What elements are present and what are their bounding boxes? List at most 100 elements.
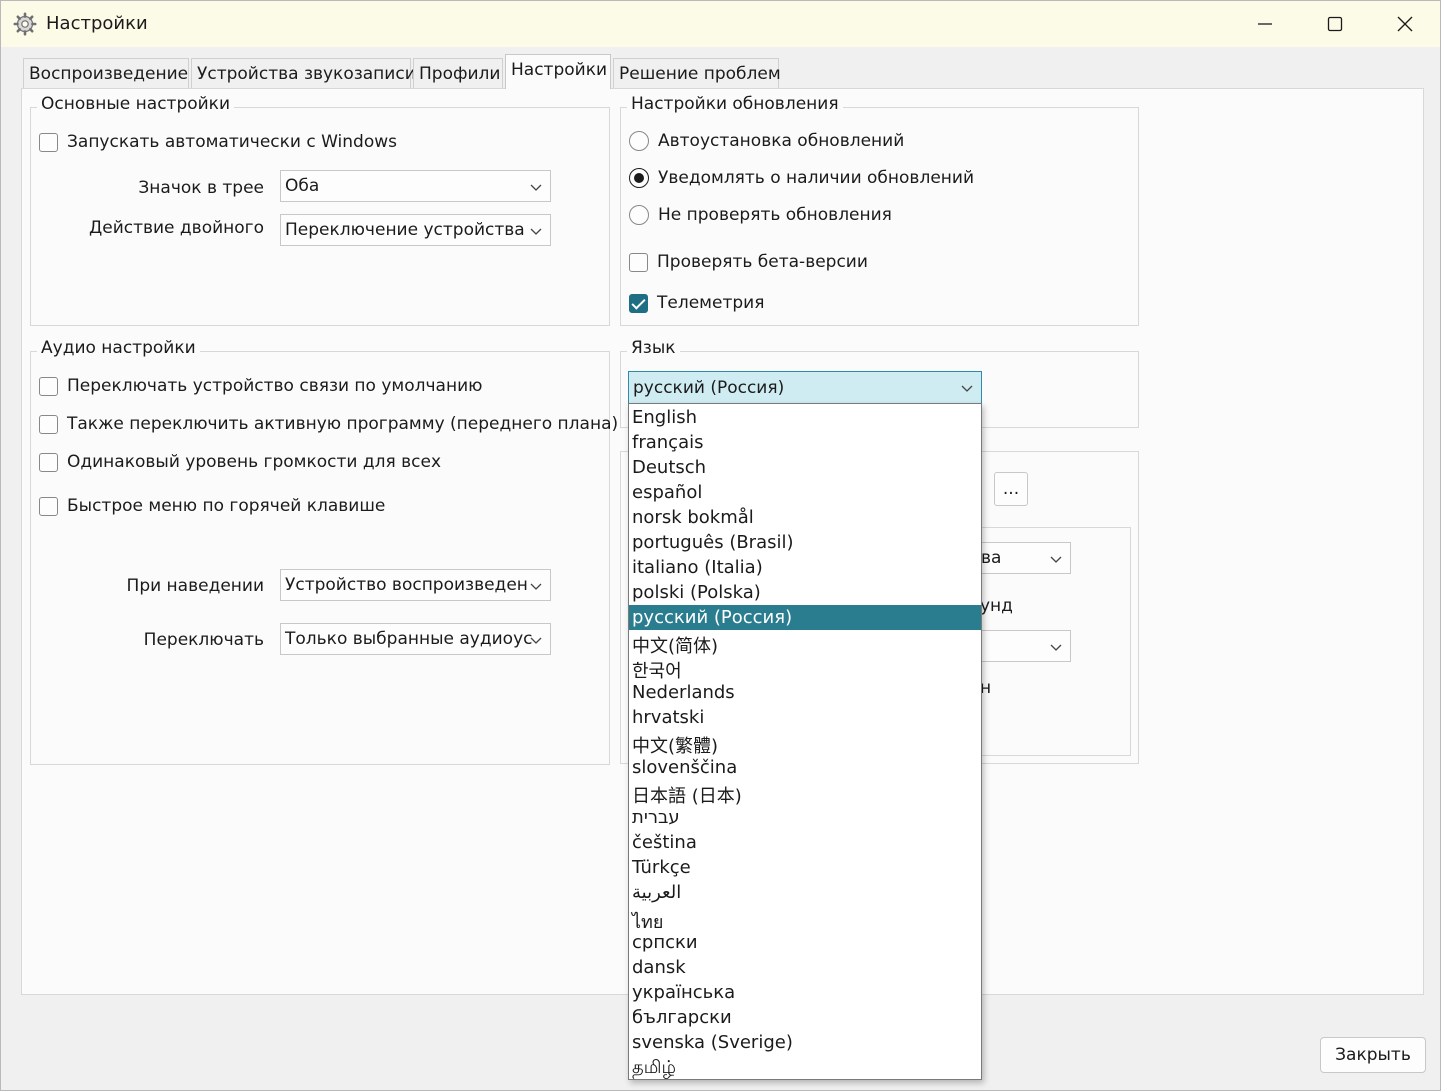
title-bar: Настройки <box>1 1 1440 47</box>
tab-profiles[interactable]: Профили <box>413 58 503 88</box>
hover-value: Устройство воспроизведен <box>285 575 528 595</box>
language-option[interactable]: Nederlands <box>629 680 981 705</box>
update-settings-title: Настройки обновления <box>627 94 843 114</box>
close-window-button[interactable] <box>1370 1 1440 47</box>
tray-icon-label: Значок в трее <box>138 178 264 198</box>
language-dropdown-list[interactable]: English français Deutsch español norsk bokmå… <box>628 403 982 1080</box>
double-click-select[interactable]: Переключение устройства <box>280 214 551 246</box>
radio-auto-install-dot[interactable] <box>629 131 649 151</box>
language-option[interactable]: русский (Россия) <box>629 605 981 630</box>
language-select[interactable]: русский (Россия) <box>628 371 982 404</box>
maximize-icon <box>1327 16 1343 32</box>
minimize-button[interactable] <box>1230 1 1300 47</box>
language-option[interactable]: čeština <box>629 830 981 855</box>
radio-auto-install-label: Автоустановка обновлений <box>658 131 905 151</box>
same-volume-box[interactable] <box>39 452 58 472</box>
tray-icon-value: Оба <box>285 176 320 196</box>
chevron-down-icon <box>530 184 542 191</box>
quick-menu-checkbox[interactable]: Быстрое меню по горячей клавише <box>39 496 385 516</box>
language-option[interactable]: українська <box>629 980 981 1005</box>
language-option[interactable]: English <box>629 405 981 430</box>
beta-checkbox[interactable]: Проверять бета-версии <box>629 252 868 272</box>
language-option[interactable]: slovenščina <box>629 755 981 780</box>
same-volume-checkbox[interactable]: Одинаковый уровень громкости для всех <box>39 452 441 472</box>
chevron-down-icon <box>961 385 973 392</box>
language-option[interactable]: dansk <box>629 955 981 980</box>
autostart-label: Запускать автоматически с Windows <box>67 132 397 152</box>
more-options-button[interactable]: ... <box>994 472 1028 506</box>
language-option[interactable]: 日本語 (日本) <box>629 780 981 807</box>
close-button[interactable]: Закрыть <box>1320 1037 1426 1073</box>
language-option[interactable]: français <box>629 430 981 455</box>
tray-icon-select[interactable]: Оба <box>280 170 551 202</box>
language-value: русский (Россия) <box>633 378 785 398</box>
language-option[interactable]: 한국어 <box>629 655 981 682</box>
language-option[interactable]: español <box>629 480 981 505</box>
double-click-label: Действие двойного <box>88 218 264 238</box>
radio-notify-dot[interactable] <box>629 168 649 188</box>
double-click-value: Переключение устройства <box>285 220 525 240</box>
switch-foreground-box[interactable] <box>39 414 58 434</box>
language-option[interactable]: தமிழ் <box>629 1055 981 1080</box>
tab-recording[interactable]: Устройства звукозаписи <box>191 58 416 88</box>
telemetry-checkbox[interactable]: Телеметрия <box>629 293 764 313</box>
language-option[interactable]: svenska (Sverige) <box>629 1030 981 1055</box>
chevron-down-icon <box>530 637 542 644</box>
switch-comm-box[interactable] <box>39 376 58 396</box>
settings-window: Настройки Воспроизведение Устройства зву… <box>0 0 1441 1091</box>
quick-menu-box[interactable] <box>39 496 58 516</box>
telemetry-label: Телеметрия <box>657 293 765 313</box>
autostart-box[interactable] <box>39 132 58 152</box>
switch-comm-label: Переключать устройство связи по умолчани… <box>67 376 483 396</box>
update-settings-group: Настройки обновления Автоустановка обнов… <box>620 94 1139 326</box>
language-option[interactable]: 中文(简体) <box>629 630 981 657</box>
inner-group: ва унд н <box>926 527 1131 756</box>
language-option[interactable]: български <box>629 1005 981 1030</box>
language-option[interactable]: Deutsch <box>629 455 981 480</box>
beta-label: Проверять бета-версии <box>657 252 868 272</box>
chevron-down-icon <box>1050 644 1062 651</box>
tab-troubleshooting[interactable]: Решение проблем <box>613 58 781 88</box>
radio-no-check-label: Не проверять обновления <box>658 205 892 225</box>
language-option[interactable]: עברית <box>629 805 981 830</box>
inner-fragment-2: унд <box>980 596 1013 616</box>
tab-playback[interactable]: Воспроизведение <box>23 58 189 88</box>
radio-no-check[interactable]: Не проверять обновления <box>629 205 892 225</box>
same-volume-label: Одинаковый уровень громкости для всех <box>67 452 441 472</box>
chevron-down-icon <box>530 228 542 235</box>
autostart-checkbox[interactable]: Запускать автоматически с Windows <box>39 132 397 152</box>
switch-foreground-label: Также переключить активную программу (пе… <box>67 414 619 434</box>
language-option[interactable]: 中文(繁體) <box>629 730 981 757</box>
language-title: Язык <box>627 338 680 358</box>
switch-comm-checkbox[interactable]: Переключать устройство связи по умолчани… <box>39 376 482 396</box>
window-title: Настройки <box>46 13 148 34</box>
telemetry-box[interactable] <box>629 293 648 313</box>
language-option[interactable]: Türkçe <box>629 855 981 880</box>
language-option[interactable]: српски <box>629 930 981 955</box>
hover-select[interactable]: Устройство воспроизведен <box>280 569 551 601</box>
radio-no-check-dot[interactable] <box>629 205 649 225</box>
close-icon <box>1397 16 1413 32</box>
beta-box[interactable] <box>629 252 648 272</box>
radio-auto-install[interactable]: Автоустановка обновлений <box>629 131 904 151</box>
basic-settings-group: Основные настройки Запускать автоматичес… <box>30 94 610 326</box>
language-option[interactable]: português (Brasil) <box>629 530 981 555</box>
switch-mode-select[interactable]: Только выбранные аудиоус <box>280 623 551 655</box>
quick-menu-label: Быстрое меню по горячей клавише <box>67 496 386 516</box>
language-option[interactable]: polski (Polska) <box>629 580 981 605</box>
switch-foreground-checkbox[interactable]: Также переключить активную программу (пе… <box>39 414 618 434</box>
switch-mode-label: Переключать <box>143 630 264 650</box>
radio-notify-label: Уведомлять о наличии обновлений <box>658 168 974 188</box>
basic-settings-title: Основные настройки <box>37 94 235 114</box>
language-option[interactable]: hrvatski <box>629 705 981 730</box>
maximize-button[interactable] <box>1300 1 1370 47</box>
audio-settings-group: Аудио настройки Переключать устройство с… <box>30 338 618 765</box>
hover-label: При наведении <box>126 576 264 596</box>
language-option[interactable]: العربية <box>629 880 981 905</box>
tab-settings[interactable]: Настройки <box>505 54 611 89</box>
language-option[interactable]: italiano (Italia) <box>629 555 981 580</box>
radio-notify[interactable]: Уведомлять о наличии обновлений <box>629 168 974 188</box>
gear-icon <box>13 12 37 36</box>
language-option[interactable]: norsk bokmål <box>629 505 981 530</box>
language-option[interactable]: ไทย <box>629 905 981 933</box>
